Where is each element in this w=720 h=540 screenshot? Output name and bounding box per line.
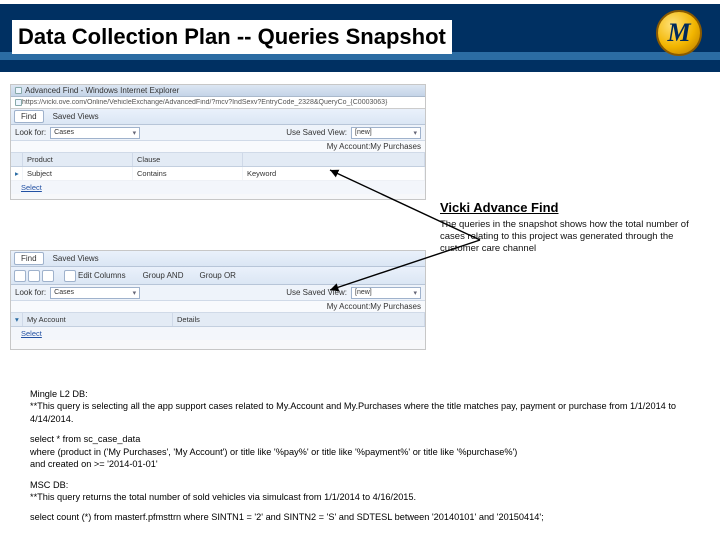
tab-strip-2: Find Saved Views — [11, 251, 425, 267]
usesaved-select-2[interactable]: [new] — [351, 287, 421, 299]
tab-saved-views[interactable]: Saved Views — [46, 110, 106, 123]
select-link-2[interactable]: Select — [11, 327, 425, 340]
expand-icon-2[interactable]: ▾ — [11, 313, 23, 326]
run-icon[interactable] — [42, 270, 54, 282]
usesaved-label: Use Saved View: — [286, 128, 347, 137]
cell-value: Keyword — [243, 167, 425, 180]
slide: Data Collection Plan -- Queries Snapshot… — [0, 0, 720, 540]
group-and-button[interactable]: Group AND — [136, 269, 191, 282]
tab-saved-views-2[interactable]: Saved Views — [46, 252, 106, 265]
cell-subject: Subject — [23, 167, 133, 180]
annotation-body: The queries in the snapshot shows how th… — [440, 219, 706, 255]
grid-body-2: Select — [11, 327, 425, 340]
tab-find[interactable]: Find — [14, 110, 44, 123]
query-row-2: Look for: Cases Use Saved View: [new] — [11, 285, 425, 301]
db1-label: Mingle L2 DB: — [30, 389, 88, 399]
tab-find-2[interactable]: Find — [14, 252, 44, 265]
annotation-box: Vicki Advance Find The queries in the sn… — [440, 200, 706, 255]
db2-label: MSC DB: — [30, 480, 68, 490]
grid-col-product: Product — [23, 153, 133, 166]
grid-col-clause: Clause — [133, 153, 243, 166]
sql2-line1: select count (*) from masterf.pfmsttrn w… — [30, 512, 544, 522]
group-or-button[interactable]: Group OR — [192, 269, 242, 282]
screenshot-advanced-find-2: Find Saved Views Edit Columns Group AND … — [10, 250, 426, 350]
sql1-line2: where (product in ('My Purchases', 'My A… — [30, 447, 517, 457]
cell-details: Details — [173, 313, 425, 326]
lock-icon — [15, 99, 22, 106]
manheim-logo: M — [656, 10, 702, 56]
db2-desc: **This query returns the total number of… — [30, 492, 416, 502]
lookfor-label-2: Look for: — [15, 288, 46, 297]
account-breadcrumb-2: My Account:My Purchases — [327, 302, 421, 311]
logo-letter: M — [667, 18, 690, 48]
grid-body: ▸ Subject Contains Keyword Select — [11, 167, 425, 194]
expand-icon[interactable]: ▸ — [11, 167, 23, 180]
grid-col-expand — [11, 153, 23, 166]
edit-columns-label[interactable]: Edit Columns — [78, 271, 126, 280]
cell-myaccount: My Account — [23, 313, 173, 326]
usesaved-label-2: Use Saved View: — [286, 288, 347, 297]
grid-col-value — [243, 153, 425, 166]
browser-titlebar: Advanced Find - Windows Internet Explore… — [11, 85, 425, 97]
cell-clause: Contains — [133, 167, 243, 180]
screenshot-advanced-find-1: Advanced Find - Windows Internet Explore… — [10, 84, 426, 200]
slide-title: Data Collection Plan -- Queries Snapshot — [12, 20, 452, 54]
address-bar[interactable] — [11, 97, 425, 109]
save-icon[interactable] — [28, 270, 40, 282]
annotation-heading: Vicki Advance Find — [440, 200, 706, 215]
select-link[interactable]: Select — [11, 181, 425, 194]
sql1-line1: select * from sc_case_data — [30, 434, 140, 444]
grid-header-2: ▾ My Account Details — [11, 313, 425, 327]
sql1-line3: and created on >= '2014-01-01' — [30, 459, 158, 469]
query-icon[interactable] — [14, 270, 26, 282]
command-bar: Edit Columns Group AND Group OR — [11, 267, 425, 285]
tab-strip: Find Saved Views — [11, 109, 425, 125]
account-row-2: My Account:My Purchases — [11, 301, 425, 313]
edit-columns-icon[interactable] — [64, 270, 76, 282]
body-copy: Mingle L2 DB: **This query is selecting … — [30, 388, 704, 532]
account-row: My Account:My Purchases — [11, 141, 425, 153]
lookfor-select[interactable]: Cases — [50, 127, 140, 139]
window-icon — [15, 87, 22, 94]
lookfor-label: Look for: — [15, 128, 46, 137]
window-title: Advanced Find - Windows Internet Explore… — [25, 86, 179, 95]
usesaved-select[interactable]: [new] — [351, 127, 421, 139]
account-breadcrumb: My Account:My Purchases — [327, 142, 421, 151]
grid-header: Product Clause — [11, 153, 425, 167]
query-row: Look for: Cases Use Saved View: [new] — [11, 125, 425, 141]
url-input[interactable] — [22, 98, 421, 108]
lookfor-select-2[interactable]: Cases — [50, 287, 140, 299]
grid-row[interactable]: ▸ Subject Contains Keyword — [11, 167, 425, 181]
db1-desc: **This query is selecting all the app su… — [30, 401, 676, 423]
